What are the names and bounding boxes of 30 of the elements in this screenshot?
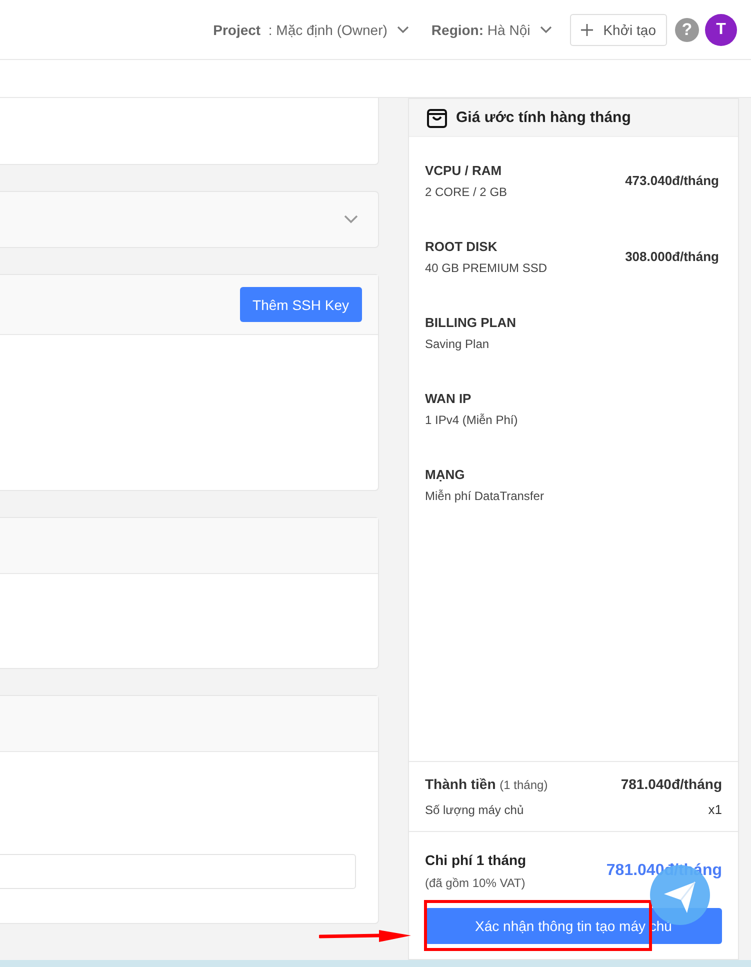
- item-detail: 1 IPv4 (Miễn Phí): [425, 413, 518, 427]
- region-selector[interactable]: Region: Hà Nội: [431, 22, 552, 38]
- item-detail: 40 GB PREMIUM SSD: [425, 261, 548, 275]
- vat-note: (đã gồm 10% VAT): [425, 876, 526, 890]
- chevron-down-icon: [397, 26, 410, 34]
- quantity-value: x1: [708, 802, 722, 817]
- item-detail: Miễn phí DataTransfer: [425, 489, 544, 503]
- input-field[interactable]: [0, 854, 356, 889]
- shopping-bag-icon: [426, 106, 448, 128]
- create-button[interactable]: Khởi tạo: [570, 14, 667, 46]
- subtotal-value: 781.040đ/tháng: [620, 776, 722, 792]
- item-label: MẠNG: [425, 467, 466, 482]
- chevron-down-icon: [540, 26, 552, 34]
- item-label: BILLING PLAN: [425, 315, 516, 330]
- item-price: 308.000đ/tháng: [625, 249, 719, 266]
- plus-icon: [581, 24, 594, 36]
- item-detail: 2 CORE / 2 GB: [425, 185, 508, 199]
- project-selector[interactable]: Project : Mặc định (Owner): [213, 22, 410, 38]
- user-avatar[interactable]: T: [705, 14, 737, 46]
- item-detail: Saving Plan: [425, 337, 490, 351]
- add-ssh-key-button[interactable]: Thêm SSH Key: [240, 287, 362, 322]
- chevron-down-icon[interactable]: [344, 215, 358, 224]
- item-label: VCPU / RAM: [425, 163, 503, 178]
- item-price: 473.040đ/tháng: [625, 173, 719, 190]
- subtotal-label: Thành tiền (1 tháng): [425, 776, 548, 792]
- panel-title: Giá ước tính hàng tháng: [456, 109, 631, 126]
- item-label: WAN IP: [425, 391, 472, 406]
- item-label: ROOT DISK: [425, 239, 498, 254]
- total-label: Chi phí 1 tháng: [425, 852, 526, 868]
- quantity-label: Số lượng máy chủ: [425, 802, 524, 816]
